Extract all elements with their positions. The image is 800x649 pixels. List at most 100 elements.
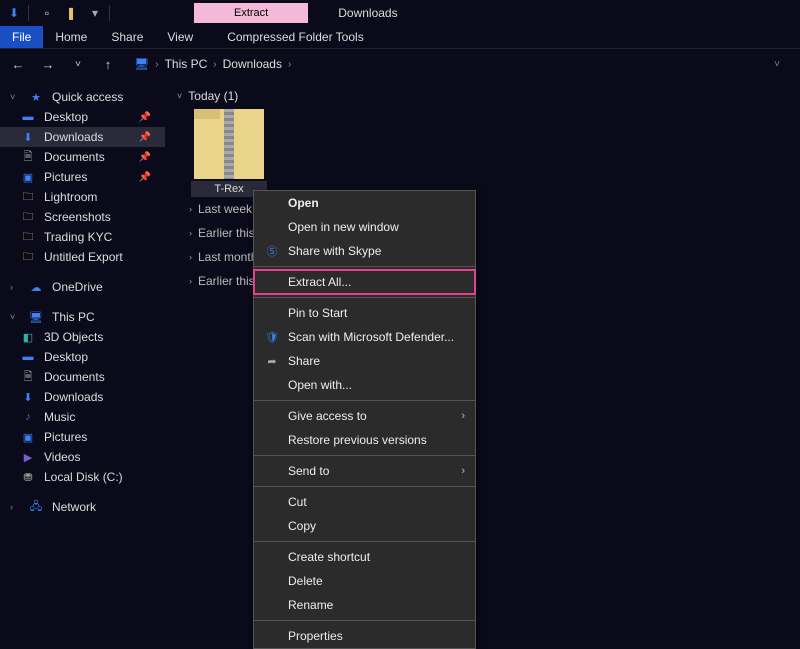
chevron-down-icon: ˅ xyxy=(10,312,20,322)
blank-icon xyxy=(262,377,282,393)
sidebar-onedrive[interactable]: ›☁OneDrive xyxy=(0,277,165,297)
share-icon: ➦ xyxy=(262,353,282,369)
sidebar-item-documents[interactable]: 🗎Documents📌 xyxy=(0,147,165,167)
file-trex[interactable]: T-Rex xyxy=(191,109,267,197)
blank-icon xyxy=(262,408,282,424)
ctx-label: Send to xyxy=(288,464,329,478)
sidebar-item-label: Trading KYC xyxy=(44,230,112,244)
sidebar-item-videos[interactable]: ▶Videos xyxy=(0,447,165,467)
star-icon: ★ xyxy=(28,90,44,104)
document-icon: 🗎 xyxy=(20,370,36,384)
ctx-copy[interactable]: Copy xyxy=(254,514,475,538)
separator xyxy=(28,5,29,21)
ctx-label: Cut xyxy=(288,495,307,509)
navigation-pane: ˅★Quick access ▬Desktop📌 ⬇Downloads📌 🗎Do… xyxy=(0,79,165,555)
ctx-open-new-window[interactable]: Open in new window xyxy=(254,215,475,239)
title-bar: ⬇ ▫ ❚ ▾ Extract Downloads xyxy=(0,0,800,25)
sidebar-item-label: Documents xyxy=(44,370,105,384)
ctx-cut[interactable]: Cut xyxy=(254,490,475,514)
tab-view[interactable]: View xyxy=(155,26,205,48)
sidebar-quick-access[interactable]: ˅★Quick access xyxy=(0,87,165,107)
sidebar-item-untitled[interactable]: 🗀Untitled Export xyxy=(0,247,165,267)
blank-icon xyxy=(262,432,282,448)
sidebar-item-downloads[interactable]: ⬇Downloads📌 xyxy=(0,127,165,147)
ctx-open[interactable]: Open xyxy=(254,191,475,215)
sidebar-item-pictures[interactable]: ▣Pictures📌 xyxy=(0,167,165,187)
contextual-tab-extract[interactable]: Extract xyxy=(194,3,308,23)
sidebar-item-label: Local Disk (C:) xyxy=(44,470,123,484)
forward-button[interactable]: → xyxy=(38,57,58,72)
sidebar-network[interactable]: ›🖧Network xyxy=(0,497,165,517)
sidebar-thispc[interactable]: ˅🖥This PC xyxy=(0,307,165,327)
breadcrumb-downloads[interactable]: Downloads xyxy=(223,57,282,71)
sidebar-item-label: Videos xyxy=(44,450,80,464)
ctx-properties[interactable]: Properties xyxy=(254,624,475,648)
tab-file[interactable]: File xyxy=(0,26,43,48)
sidebar-item-lightroom[interactable]: 🗀Lightroom xyxy=(0,187,165,207)
ctx-share[interactable]: ➦Share xyxy=(254,349,475,373)
qat-dropdown-icon[interactable]: ▾ xyxy=(85,3,105,23)
ctx-shortcut[interactable]: Create shortcut xyxy=(254,545,475,569)
sidebar-item-label: Pictures xyxy=(44,430,87,444)
chevron-down-icon: ˅ xyxy=(10,92,20,102)
ctx-give-access[interactable]: Give access to› xyxy=(254,404,475,428)
ctx-defender[interactable]: 🛡Scan with Microsoft Defender... xyxy=(254,325,475,349)
folder-icon: 🗀 xyxy=(20,210,36,224)
ctx-restore[interactable]: Restore previous versions xyxy=(254,428,475,452)
sidebar-item-label: Screenshots xyxy=(44,210,111,224)
sidebar-item-documents2[interactable]: 🗎 Documents xyxy=(0,367,165,387)
group-today[interactable]: ˅Today (1) xyxy=(175,87,800,109)
ctx-skype[interactable]: ⓈShare with Skype xyxy=(254,239,475,263)
ctx-rename[interactable]: Rename xyxy=(254,593,475,617)
sidebar-item-music[interactable]: ♪Music xyxy=(0,407,165,427)
sidebar-item-downloads2[interactable]: ⬇Downloads xyxy=(0,387,165,407)
ctx-send-to[interactable]: Send to› xyxy=(254,459,475,483)
tab-share[interactable]: Share xyxy=(99,26,155,48)
folder-icon: 🗀 xyxy=(20,230,36,244)
breadcrumb-thispc[interactable]: This PC xyxy=(165,57,208,71)
ctx-label: Open with... xyxy=(288,378,352,392)
ctx-open-with[interactable]: Open with... xyxy=(254,373,475,397)
up-button[interactable]: ↑ xyxy=(98,57,118,72)
blank-icon xyxy=(262,573,282,589)
back-button[interactable]: ← xyxy=(8,57,28,72)
skype-icon: Ⓢ xyxy=(262,243,282,259)
breadcrumb[interactable]: 🖥 › This PC › Downloads › ˅ xyxy=(128,55,792,73)
ctx-extract-all[interactable]: Extract All... xyxy=(254,270,475,294)
sidebar-item-label: Network xyxy=(52,500,96,514)
zip-icon xyxy=(194,109,264,179)
pin-icon: 📌 xyxy=(139,132,159,143)
sidebar-item-desktop2[interactable]: ▬Desktop xyxy=(0,347,165,367)
sidebar-item-label: OneDrive xyxy=(52,280,103,294)
breadcrumb-expand[interactable]: ˅ xyxy=(774,59,786,70)
ctx-label: Properties xyxy=(288,629,343,643)
navigation-bar: ← → ˅ ↑ 🖥 › This PC › Downloads › ˅ xyxy=(0,49,800,79)
context-menu: Open Open in new window ⓈShare with Skyp… xyxy=(253,190,476,649)
separator xyxy=(254,455,475,456)
tab-home[interactable]: Home xyxy=(43,26,99,48)
blank-icon xyxy=(262,597,282,613)
chevron-right-icon: › xyxy=(461,410,465,422)
ctx-pin-start[interactable]: Pin to Start xyxy=(254,301,475,325)
qat-folder-icon[interactable]: ❚ xyxy=(61,3,81,23)
recent-dropdown[interactable]: ˅ xyxy=(68,59,88,70)
app-icon: ⬇ xyxy=(4,3,24,23)
pin-icon: 📌 xyxy=(139,152,159,163)
sidebar-item-label: Untitled Export xyxy=(44,250,123,264)
pin-icon: 📌 xyxy=(139,172,159,183)
sidebar-item-label: Downloads xyxy=(44,390,103,404)
sidebar-item-screenshots[interactable]: 🗀 Screenshots xyxy=(0,207,165,227)
chevron-right-icon: › xyxy=(189,204,192,214)
blank-icon xyxy=(262,195,282,211)
sidebar-item-trading[interactable]: 🗀 Trading KYC xyxy=(0,227,165,247)
blank-icon xyxy=(262,518,282,534)
sidebar-item-pictures2[interactable]: ▣Pictures xyxy=(0,427,165,447)
sidebar-item-3dobjects[interactable]: ◧3D Objects xyxy=(0,327,165,347)
separator xyxy=(254,620,475,621)
sidebar-item-desktop[interactable]: ▬Desktop📌 xyxy=(0,107,165,127)
qat-doc-icon[interactable]: ▫ xyxy=(37,3,57,23)
tab-compressed-tools[interactable]: Compressed Folder Tools xyxy=(215,26,376,48)
sidebar-item-localdisk[interactable]: ⛃Local Disk (C:) xyxy=(0,467,165,487)
ctx-delete[interactable]: Delete xyxy=(254,569,475,593)
chevron-right-icon: › xyxy=(155,59,158,70)
